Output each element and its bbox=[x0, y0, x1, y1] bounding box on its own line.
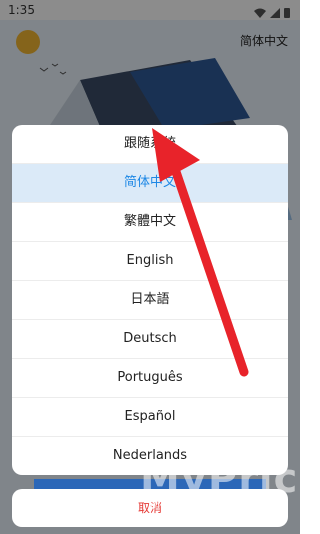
annotation-arrow-icon bbox=[152, 128, 249, 377]
